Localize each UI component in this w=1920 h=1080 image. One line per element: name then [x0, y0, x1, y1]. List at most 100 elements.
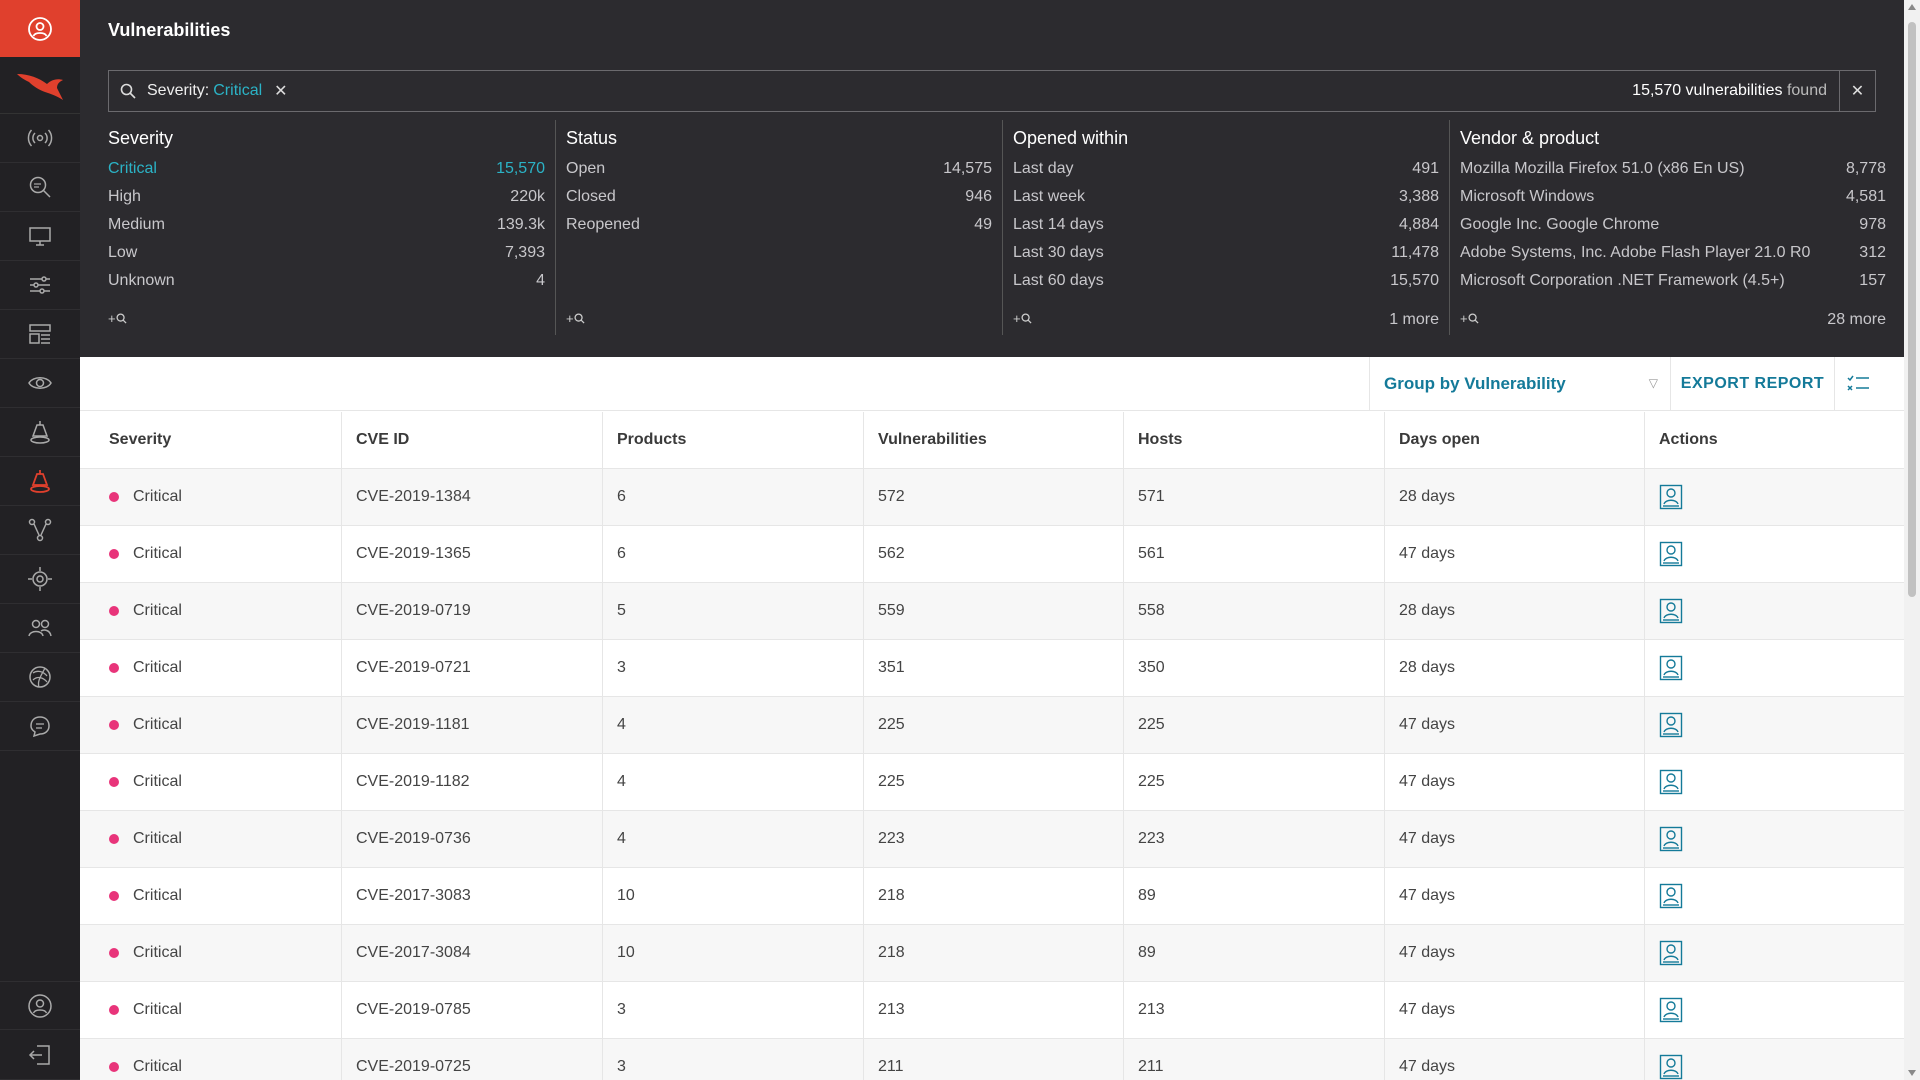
- facet-row[interactable]: High 220k: [108, 188, 555, 216]
- export-report-button[interactable]: EXPORT REPORT: [1670, 357, 1834, 411]
- cve-id-cell[interactable]: CVE-2019-0736: [342, 811, 603, 867]
- table-row[interactable]: Critical CVE-2019-0725 3 211 211 47 days: [80, 1039, 1904, 1080]
- view-hosts-icon[interactable]: [1659, 1054, 1683, 1080]
- view-hosts-icon[interactable]: [1659, 655, 1683, 681]
- facet-row[interactable]: Mozilla Mozilla Firefox 51.0 (x86 En US)…: [1460, 160, 1896, 188]
- facet-row[interactable]: Closed 946: [566, 188, 1002, 216]
- facet-row[interactable]: Open 14,575: [566, 160, 1002, 188]
- view-hosts-icon[interactable]: [1659, 712, 1683, 738]
- nav-hosts[interactable]: [0, 212, 80, 261]
- cve-id-cell[interactable]: CVE-2019-0719: [342, 583, 603, 639]
- table-row[interactable]: Critical CVE-2017-3084 10 218 89 47 days: [80, 925, 1904, 982]
- column-header-days-open[interactable]: Days open: [1385, 412, 1645, 468]
- cve-id-cell[interactable]: CVE-2017-3083: [342, 868, 603, 924]
- table-toolbar: Group by Vulnerability ▽ EXPORT REPORT: [80, 357, 1904, 411]
- column-header-vulnerabilities[interactable]: Vulnerabilities: [864, 412, 1124, 468]
- view-hosts-icon[interactable]: [1659, 826, 1683, 852]
- cve-id-cell[interactable]: CVE-2019-1182: [342, 754, 603, 810]
- facet-row[interactable]: Last 60 days 15,570: [1013, 272, 1449, 300]
- view-hosts-icon[interactable]: [1659, 541, 1683, 567]
- facet-row[interactable]: Microsoft Windows 4,581: [1460, 188, 1896, 216]
- user-icon: [28, 16, 52, 41]
- scroll-up-arrow[interactable]: [1908, 4, 1916, 10]
- cve-id-cell[interactable]: CVE-2019-0725: [342, 1039, 603, 1080]
- hosts-cell: 225: [1124, 754, 1385, 810]
- column-settings-button[interactable]: [1834, 357, 1882, 411]
- facet-row[interactable]: Low 7,393: [108, 244, 555, 272]
- view-hosts-icon[interactable]: [1659, 940, 1683, 966]
- cve-id-cell[interactable]: CVE-2019-0721: [342, 640, 603, 696]
- cve-id-cell[interactable]: CVE-2019-1365: [342, 526, 603, 582]
- table-row[interactable]: Critical CVE-2019-0736 4 223 223 47 days: [80, 811, 1904, 868]
- column-header-hosts[interactable]: Hosts: [1124, 412, 1385, 468]
- actions-cell: [1645, 982, 1904, 1038]
- view-hosts-icon[interactable]: [1659, 997, 1683, 1023]
- scroll-down-arrow[interactable]: [1908, 1070, 1916, 1076]
- nav-account[interactable]: [0, 981, 80, 1030]
- nav-investigate[interactable]: [0, 163, 80, 212]
- facet-title: Status: [566, 128, 618, 148]
- scrollbar-thumb[interactable]: [1908, 22, 1916, 597]
- facet-row[interactable]: Reopened 49: [566, 216, 1002, 244]
- view-hosts-icon[interactable]: [1659, 883, 1683, 909]
- cve-id-cell[interactable]: CVE-2019-0785: [342, 982, 603, 1038]
- column-header-actions: Actions: [1659, 431, 1718, 448]
- vulnerabilities-cell: 213: [864, 982, 1124, 1038]
- cve-id-cell[interactable]: CVE-2017-3084: [342, 925, 603, 981]
- cve-id-cell[interactable]: CVE-2019-1384: [342, 469, 603, 525]
- facet-more-link[interactable]: 1 more: [1389, 311, 1439, 329]
- facet-row[interactable]: Last 14 days 4,884: [1013, 216, 1449, 244]
- nav-intelligence[interactable]: [0, 653, 80, 702]
- facet-row[interactable]: Medium 139.3k: [108, 216, 555, 244]
- facet-row[interactable]: Google Inc. Google Chrome 978: [1460, 216, 1896, 244]
- facet-row[interactable]: Microsoft Corporation .NET Framework (4.…: [1460, 272, 1896, 300]
- column-header-products[interactable]: Products: [603, 412, 864, 468]
- facet-add-search-button[interactable]: +: [1460, 311, 1479, 326]
- column-header-severity[interactable]: Severity: [80, 412, 342, 468]
- table-row[interactable]: Critical CVE-2019-1365 6 562 561 47 days: [80, 526, 1904, 583]
- table-row[interactable]: Critical CVE-2019-0785 3 213 213 47 days: [80, 982, 1904, 1039]
- remove-filter-chip-button[interactable]: ✕: [274, 81, 287, 101]
- table-row[interactable]: Critical CVE-2019-1384 6 572 571 28 days: [80, 469, 1904, 526]
- nav-user-button[interactable]: [0, 0, 80, 57]
- clear-filters-button[interactable]: ✕: [1839, 71, 1875, 111]
- facet-row[interactable]: Last 30 days 11,478: [1013, 244, 1449, 272]
- nav-users[interactable]: [0, 604, 80, 653]
- nav-configuration[interactable]: [0, 261, 80, 310]
- column-header-cve-id[interactable]: CVE ID: [342, 412, 603, 468]
- nav-graph[interactable]: [0, 506, 80, 555]
- facet-add-search-button[interactable]: +: [108, 311, 127, 326]
- nav-discover[interactable]: [0, 359, 80, 408]
- view-hosts-icon[interactable]: [1659, 769, 1683, 795]
- facet-row[interactable]: Last day 491: [1013, 160, 1449, 188]
- facet-row[interactable]: Last week 3,388: [1013, 188, 1449, 216]
- page-scrollbar[interactable]: [1904, 0, 1920, 1080]
- view-hosts-icon[interactable]: [1659, 484, 1683, 510]
- nav-dashboards[interactable]: [0, 310, 80, 359]
- falcon-logo[interactable]: [0, 57, 80, 114]
- products-cell: 5: [603, 583, 864, 639]
- logout-icon: [28, 1045, 50, 1065]
- severity-cell: Critical: [80, 526, 342, 582]
- nav-threat-intel[interactable]: [0, 555, 80, 604]
- table-row[interactable]: Critical CVE-2019-0719 5 559 558 28 days: [80, 583, 1904, 640]
- view-hosts-icon[interactable]: [1659, 598, 1683, 624]
- filter-bar[interactable]: Severity: Critical ✕ 15,570 vulnerabilit…: [108, 70, 1876, 112]
- facet-row[interactable]: Unknown 4: [108, 272, 555, 300]
- facet-row[interactable]: Adobe Systems, Inc. Adobe Flash Player 2…: [1460, 244, 1896, 272]
- facet-add-search-button[interactable]: +: [566, 311, 585, 326]
- table-row[interactable]: Critical CVE-2019-1182 4 225 225 47 days: [80, 754, 1904, 811]
- table-row[interactable]: Critical CVE-2017-3083 10 218 89 47 days: [80, 868, 1904, 925]
- table-row[interactable]: Critical CVE-2019-1181 4 225 225 47 days: [80, 697, 1904, 754]
- nav-support[interactable]: [0, 702, 80, 751]
- facet-row[interactable]: Critical 15,570: [108, 160, 555, 188]
- nav-activity[interactable]: [0, 114, 80, 163]
- nav-spotlight[interactable]: [0, 408, 80, 457]
- nav-spotlight-vulnerabilities[interactable]: [0, 457, 80, 506]
- table-row[interactable]: Critical CVE-2019-0721 3 351 350 28 days: [80, 640, 1904, 697]
- facet-more-link[interactable]: 28 more: [1827, 311, 1886, 329]
- cve-id-cell[interactable]: CVE-2019-1181: [342, 697, 603, 753]
- facet-add-search-button[interactable]: +: [1013, 311, 1032, 326]
- nav-logout[interactable]: [0, 1031, 80, 1080]
- group-by-select[interactable]: Group by Vulnerability ▽: [1369, 357, 1670, 411]
